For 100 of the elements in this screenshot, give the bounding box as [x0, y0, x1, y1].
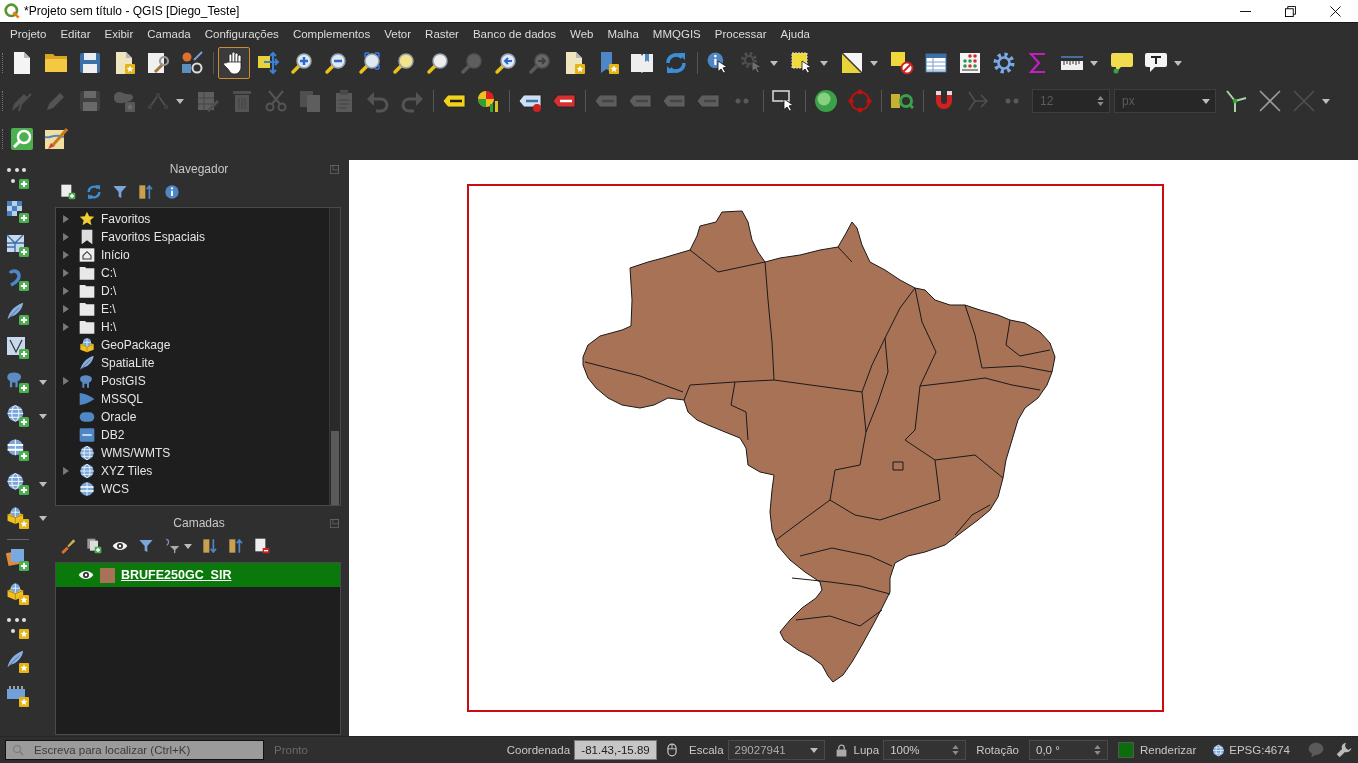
- tree-item[interactable]: C:\: [56, 264, 329, 282]
- sphere-icon: [814, 89, 838, 113]
- tree-item[interactable]: XYZ Tiles: [56, 462, 329, 480]
- zoom-out-icon: [324, 51, 348, 75]
- bookmark-icon: [79, 229, 95, 245]
- folder-icon: [79, 265, 95, 281]
- spin-arrows-icon[interactable]: [952, 745, 960, 755]
- caret-icon[interactable]: [870, 60, 878, 66]
- pill-icon: [79, 409, 95, 425]
- mesh-plus-icon: [6, 234, 30, 258]
- tree-item[interactable]: DB2: [56, 426, 329, 444]
- scale-dropdown[interactable]: 29027941: [727, 740, 825, 760]
- zoom-in-icon: [290, 51, 314, 75]
- rect-cursor-icon: [772, 89, 796, 113]
- expand-arrow-icon[interactable]: [63, 467, 69, 475]
- layer-item[interactable]: BRUFE250GC_SIR: [56, 563, 340, 587]
- menu-item[interactable]: Raster: [418, 24, 466, 43]
- info-icon[interactable]: [164, 184, 180, 200]
- scrollbar[interactable]: [329, 208, 340, 505]
- refresh-icon[interactable]: [86, 184, 102, 200]
- map-canvas[interactable]: [349, 160, 1358, 736]
- coordinate-field[interactable]: -81.43,-15.89: [574, 740, 658, 760]
- tree-item[interactable]: Oracle: [56, 408, 329, 426]
- logo-icon: [4, 3, 20, 19]
- collapse-icon[interactable]: [228, 538, 244, 554]
- menu-item[interactable]: Camada: [140, 24, 198, 43]
- search-field[interactable]: Escreva para localizar (Ctrl+K): [5, 740, 264, 760]
- magnifier-spinbox[interactable]: 100%: [883, 740, 967, 760]
- blob-star-icon: [112, 89, 136, 113]
- caret-icon: [1202, 98, 1210, 104]
- tree-item[interactable]: Favoritos Espaciais: [56, 228, 329, 246]
- caret-icon[interactable]: [39, 481, 47, 487]
- layers-plus-icon: [6, 548, 30, 572]
- info-cursor-icon: [706, 51, 730, 75]
- menu-item[interactable]: Configurações: [197, 24, 286, 43]
- menu-item[interactable]: MMQGIS: [645, 24, 708, 43]
- caret-icon[interactable]: [39, 379, 47, 385]
- dots-icon: [734, 97, 750, 105]
- page-minus-icon[interactable]: [254, 538, 270, 554]
- crs-button[interactable]: EPSG:4674: [1212, 743, 1290, 757]
- tree-item[interactable]: E:\: [56, 300, 329, 318]
- caret-icon[interactable]: [184, 543, 192, 549]
- caret-icon[interactable]: [39, 413, 47, 419]
- menu-item[interactable]: Banco de dados: [465, 24, 564, 43]
- collapse-icon[interactable]: [138, 184, 154, 200]
- expand-icon[interactable]: [202, 538, 218, 554]
- pages-plus-icon[interactable]: [86, 538, 102, 554]
- expand-arrow-icon[interactable]: [63, 323, 69, 331]
- menu-item[interactable]: Complementos: [285, 24, 378, 43]
- checker-plus-icon: [6, 200, 30, 224]
- funnel-curve-icon[interactable]: [164, 538, 180, 554]
- caret-icon[interactable]: [1090, 60, 1098, 66]
- expand-arrow-icon[interactable]: [63, 377, 69, 385]
- tree-item[interactable]: H:\: [56, 318, 329, 336]
- tree-item[interactable]: PostGIS: [56, 372, 329, 390]
- restore-icon: [1285, 5, 1296, 17]
- wrench-icon[interactable]: [1336, 742, 1352, 758]
- expand-arrow-icon[interactable]: [63, 251, 69, 259]
- tree-item[interactable]: Início: [56, 246, 329, 264]
- menu-item[interactable]: Editar: [53, 24, 98, 43]
- menu-item[interactable]: Exibir: [97, 24, 141, 43]
- menu-item[interactable]: Processar: [707, 24, 774, 43]
- scale-label: Escala: [689, 744, 724, 756]
- menu-item[interactable]: Vetor: [377, 24, 419, 43]
- mouse-icon[interactable]: [665, 742, 680, 758]
- tree-item[interactable]: MSSQL: [56, 390, 329, 408]
- menu-item[interactable]: Projeto: [3, 24, 54, 43]
- spin-arrows-icon[interactable]: [1094, 745, 1101, 755]
- tool-button[interactable]: [218, 47, 250, 79]
- scrollbar-thumb[interactable]: [331, 430, 339, 505]
- page-plus-icon[interactable]: [60, 184, 76, 200]
- fan-icon: [79, 391, 95, 407]
- funnel-icon[interactable]: [112, 184, 128, 200]
- close-icon: [1330, 5, 1341, 17]
- tree-item[interactable]: GeoPackage: [56, 336, 329, 354]
- caret-icon[interactable]: [39, 515, 47, 521]
- expand-arrow-icon[interactable]: [63, 269, 69, 277]
- tree-item[interactable]: WCS: [56, 480, 329, 498]
- tile-icon: [79, 427, 95, 443]
- funnel-icon[interactable]: [138, 538, 154, 554]
- tree-item[interactable]: Favoritos: [56, 210, 329, 228]
- tree-item[interactable]: SpatiaLite: [56, 354, 329, 372]
- expand-arrow-icon[interactable]: [63, 287, 69, 295]
- caret-icon[interactable]: [1174, 60, 1182, 66]
- render-checkbox[interactable]: [1118, 742, 1134, 758]
- lock-icon[interactable]: [834, 742, 848, 758]
- menu-item[interactable]: Malha: [600, 24, 646, 43]
- expand-arrow-icon[interactable]: [63, 305, 69, 313]
- tree-item[interactable]: WMS/WMTS: [56, 444, 329, 462]
- menu-item[interactable]: Web: [563, 24, 601, 43]
- dot-grid-icon: [958, 51, 982, 75]
- panel-title: Camadas: [172, 516, 226, 530]
- expand-arrow-icon[interactable]: [63, 215, 69, 223]
- tree-item[interactable]: D:\: [56, 282, 329, 300]
- globe-plus-icon: [6, 404, 30, 428]
- rotation-spinbox[interactable]: 0,0 °: [1029, 740, 1108, 760]
- caret-icon[interactable]: [820, 60, 828, 66]
- brush-icon[interactable]: [60, 538, 76, 554]
- expand-arrow-icon[interactable]: [63, 233, 69, 241]
- menu-item[interactable]: Ajuda: [773, 24, 817, 43]
